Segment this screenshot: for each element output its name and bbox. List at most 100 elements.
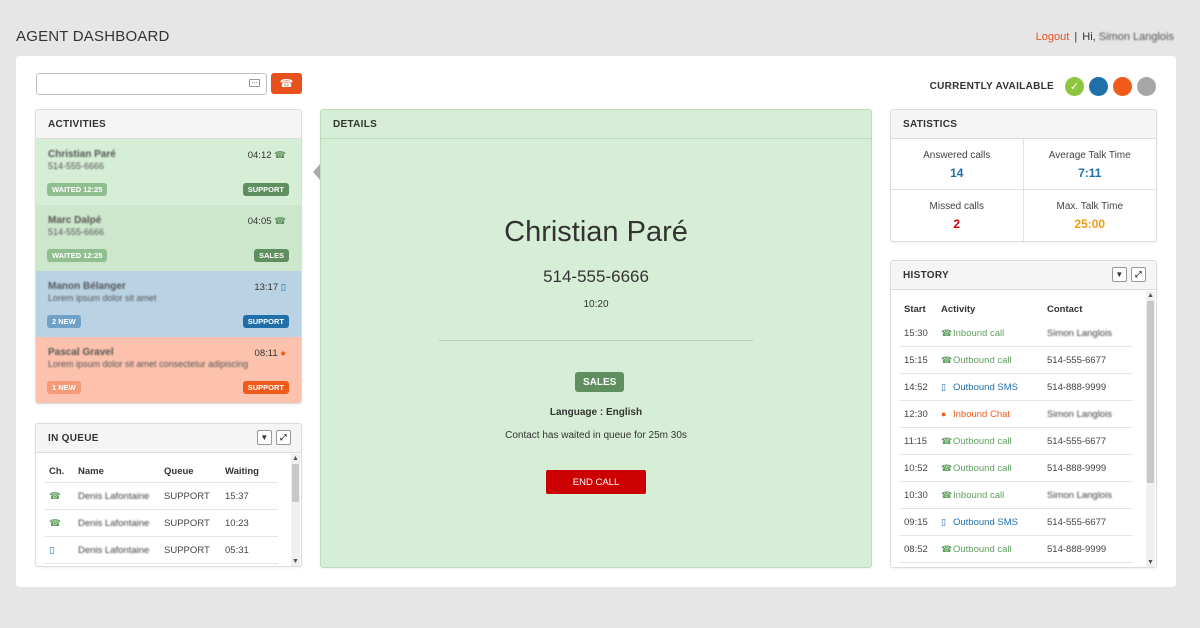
activity-item[interactable]: Pascal Gravel Lorem ipsum dolor sit amet … [36, 337, 301, 403]
activity-subtitle: 514-555-6666 [48, 227, 105, 237]
queue-rows: ☎ Denis Lafontaine SUPPORT 15:37 ☎ Denis Lafo… [44, 483, 278, 564]
activity-time: 08:11 ● [254, 348, 286, 359]
activity-item[interactable]: Marc Dalpé 514-555-6666 04:05 ☎ WAITED 12:2… [36, 205, 301, 271]
queue-queue: SUPPORT [164, 490, 210, 502]
queue-scrollbar[interactable]: ▲ ▼ [291, 454, 300, 566]
history-start: 10:30 [904, 489, 928, 501]
scroll-down-icon[interactable]: ▼ [1146, 558, 1155, 567]
status-blue-button[interactable] [1089, 77, 1108, 96]
history-header-row: Start Activity Contact [899, 298, 1133, 320]
chat-icon: ● [280, 348, 286, 359]
expand-icon[interactable]: ⤢ [276, 430, 291, 445]
stat-value: 25:00 [1074, 217, 1106, 231]
activity-subtitle: 514-555-6666 [48, 161, 105, 171]
stat-cell: Average Talk Time 7:11 [1023, 139, 1156, 190]
history-panel: HISTORY ▼ ⤢ Start Activity Contact 15:30… [890, 260, 1157, 568]
column-header[interactable]: Queue [164, 466, 225, 477]
history-start: 15:15 [904, 354, 928, 366]
scroll-down-icon[interactable]: ▼ [291, 557, 300, 566]
history-row[interactable]: 09:15 ▯ Outbound SMS 514-555-6677 [899, 509, 1133, 536]
column-header[interactable]: Ch. [44, 466, 78, 477]
phone-icon: ☎ [274, 150, 286, 161]
history-row[interactable]: 12:30 ● Inbound Chat Simon Langlois [899, 401, 1133, 428]
scroll-up-icon[interactable]: ▲ [1146, 291, 1155, 300]
activity-item[interactable]: Manon Bélanger Lorem ipsum dolor sit amet… [36, 271, 301, 337]
keyboard-icon[interactable] [249, 79, 260, 87]
phone-icon: ☎ [274, 216, 286, 227]
queue-row[interactable]: ☎ Denis Lafontaine SUPPORT 15:37 [44, 483, 278, 510]
queue-waiting: 05:31 [225, 544, 249, 556]
check-icon: ✓ [1069, 81, 1080, 93]
history-table: Start Activity Contact 15:30 ☎ Inbound cal… [899, 298, 1133, 563]
queue-header: IN QUEUE ▼ ⤢ [36, 424, 301, 453]
history-contact: Simon Langlois [1047, 489, 1112, 501]
column-header[interactable]: Name [78, 466, 164, 477]
history-row[interactable]: 14:52 ▯ Outbound SMS 514-888-9999 [899, 374, 1133, 401]
history-activity: Inbound call [953, 489, 1005, 501]
history-start: 08:52 [904, 543, 928, 555]
history-start: 09:15 [904, 516, 928, 528]
status-grey-button[interactable] [1137, 77, 1156, 96]
statistics-title: SATISTICS [891, 110, 1156, 139]
expand-icon[interactable]: ⤢ [1131, 267, 1146, 282]
stat-label: Max. Talk Time [1056, 201, 1124, 212]
history-activity: Outbound SMS [953, 381, 1018, 393]
history-row[interactable]: 15:30 ☎ Inbound call Simon Langlois [899, 320, 1133, 347]
queue-row[interactable]: ▯ Denis Lafontaine SUPPORT 05:31 [44, 537, 278, 564]
stat-label: Average Talk Time [1048, 150, 1131, 161]
user-bar: Logout | Hi, Simon Langlois [1036, 31, 1174, 43]
history-scrollbar[interactable]: ▲ ▼ [1146, 291, 1155, 567]
activity-queue-badge: SUPPORT [242, 183, 289, 196]
status-available-button[interactable]: ✓ [1065, 77, 1084, 96]
availability-label: CURRENTLY AVAILABLE [929, 81, 1054, 92]
activity-subtitle: Lorem ipsum dolor sit amet [48, 293, 157, 303]
history-row[interactable]: 08:52 ☎ Outbound call 514-888-9999 [899, 536, 1133, 563]
column-header[interactable]: Contact [1047, 304, 1133, 315]
history-scroll-thumb[interactable] [1147, 301, 1154, 483]
history-activity: Inbound Chat [953, 408, 1011, 420]
queue-row[interactable]: ☎ Denis Lafontaine SUPPORT 10:23 [44, 510, 278, 537]
activity-name: Pascal Gravel [48, 347, 114, 358]
end-call-button[interactable]: END CALL [546, 470, 646, 494]
history-contact: 514-888-9999 [1047, 543, 1107, 555]
activity-queue-badge: SUPPORT [242, 315, 289, 328]
filter-icon[interactable]: ▼ [257, 430, 272, 445]
queue-table: Ch. Name Queue Waiting ☎ Denis Lafontaine… [44, 461, 278, 564]
history-row[interactable]: 15:15 ☎ Outbound call 514-555-6677 [899, 347, 1133, 374]
details-title: DETAILS [321, 110, 871, 139]
mobile-icon: ▯ [280, 282, 286, 293]
history-contact: 514-888-9999 [1047, 462, 1107, 474]
greeting: Hi, [1082, 31, 1096, 43]
queue-waiting: 15:37 [225, 490, 249, 502]
status-orange-button[interactable] [1113, 77, 1132, 96]
phone-icon: ☎ [941, 354, 953, 365]
contact-phone: 514-555-6666 [543, 267, 649, 286]
history-activity: Outbound call [953, 354, 1012, 366]
activity-queue-badge: SALES [253, 249, 289, 262]
activity-status-badge: WAITED 12:25 [47, 183, 108, 196]
stat-value: 2 [953, 217, 961, 231]
history-start: 10:52 [904, 462, 928, 474]
activity-status-badge: WAITED 12:25 [47, 249, 108, 262]
scroll-up-icon[interactable]: ▲ [291, 454, 300, 463]
dial-field[interactable] [36, 73, 267, 95]
queue-panel: IN QUEUE ▼ ⤢ Ch. Name Queue Waiting ☎ Den… [35, 423, 302, 567]
history-row[interactable]: 10:30 ☎ Inbound call Simon Langlois [899, 482, 1133, 509]
dial-input[interactable] [37, 74, 237, 94]
activity-item[interactable]: Christian Paré 514-555-6666 04:12 ☎ WAITED … [36, 139, 301, 205]
queue-queue: SUPPORT [164, 544, 210, 556]
column-header[interactable]: Start [899, 304, 941, 315]
logout-link[interactable]: Logout [1036, 31, 1070, 43]
stat-value: 7:11 [1078, 166, 1102, 180]
language-text: Language : English [549, 407, 643, 418]
history-start: 14:52 [904, 381, 928, 393]
activity-time: 04:05 ☎ [247, 216, 286, 227]
history-row[interactable]: 11:15 ☎ Outbound call 514-555-6677 [899, 428, 1133, 455]
filter-icon[interactable]: ▼ [1112, 267, 1127, 282]
history-row[interactable]: 10:52 ☎ Outbound call 514-888-9999 [899, 455, 1133, 482]
column-header[interactable]: Waiting [225, 466, 278, 477]
call-button[interactable]: ☎ [271, 73, 302, 94]
column-header[interactable]: Activity [941, 304, 1047, 315]
user-name: Simon Langlois [1098, 31, 1174, 43]
queue-scroll-thumb[interactable] [292, 464, 299, 502]
